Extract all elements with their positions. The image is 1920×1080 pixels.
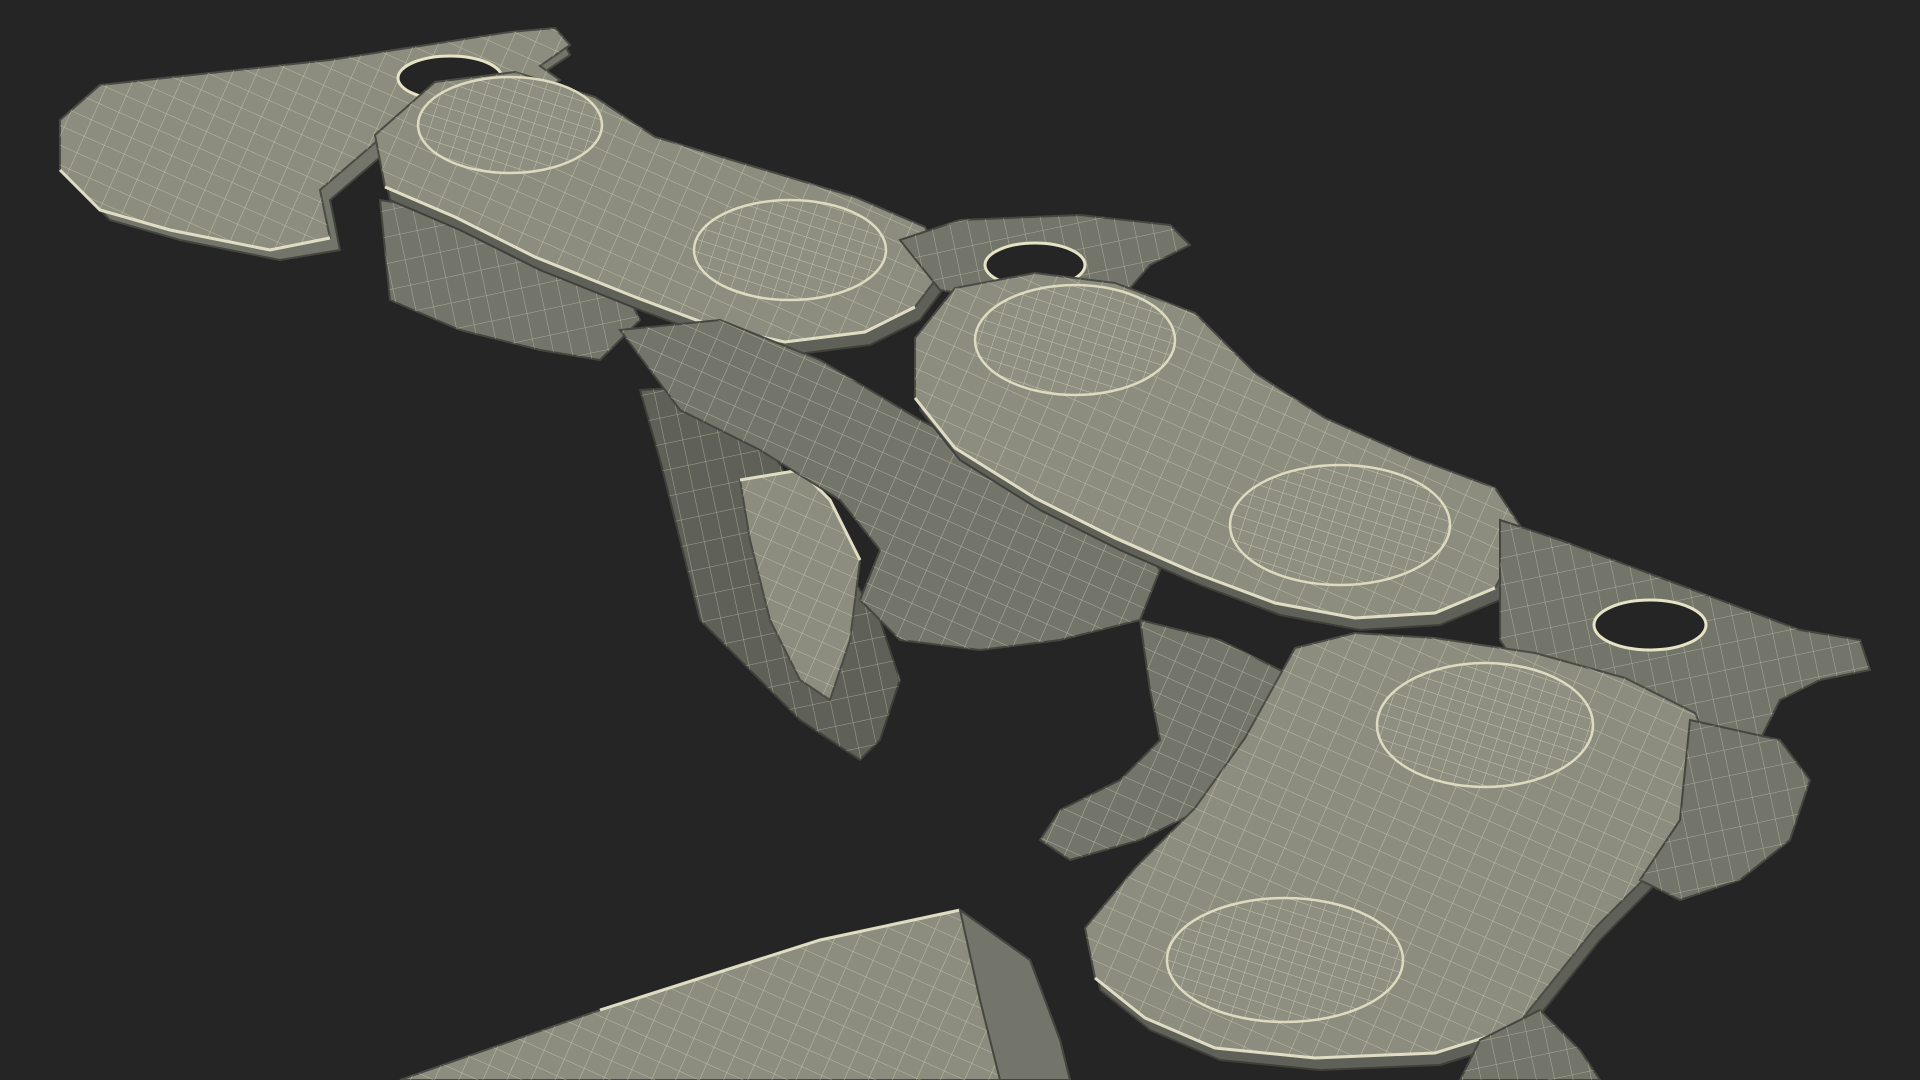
wireframe-chain-render — [58, 26, 1872, 1080]
bottom-cutter-block — [399, 907, 1072, 1080]
render-viewport — [0, 0, 1920, 1080]
